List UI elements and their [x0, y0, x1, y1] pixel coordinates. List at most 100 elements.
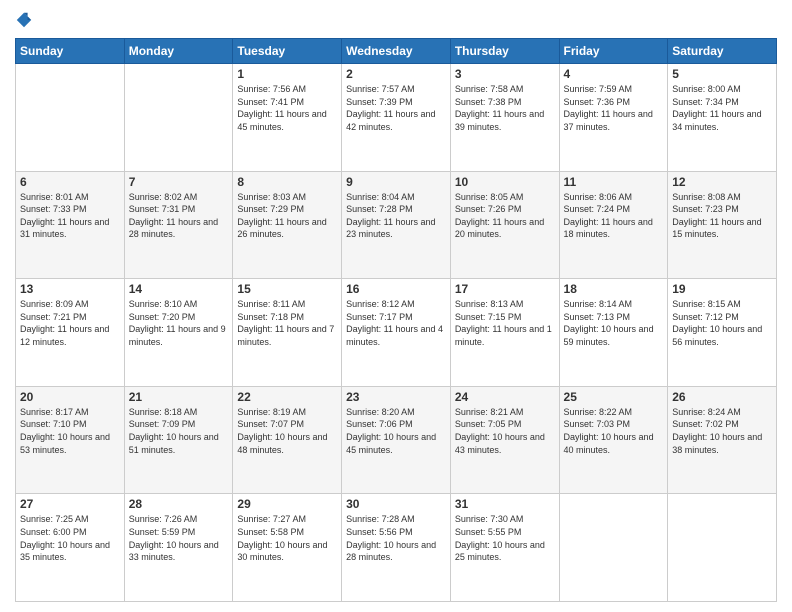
day-number: 19 [672, 282, 772, 296]
sunset-text: Sunset: 7:38 PM [455, 97, 522, 107]
sunrise-text: Sunrise: 8:04 AM [346, 192, 415, 202]
calendar-table: SundayMondayTuesdayWednesdayThursdayFrid… [15, 38, 777, 602]
sunrise-text: Sunrise: 7:27 AM [237, 514, 306, 524]
cell-info: Sunrise: 8:22 AM Sunset: 7:03 PM Dayligh… [564, 406, 664, 456]
sunset-text: Sunset: 7:05 PM [455, 419, 522, 429]
sunrise-text: Sunrise: 8:22 AM [564, 407, 633, 417]
calendar-cell [16, 64, 125, 172]
calendar-cell [668, 494, 777, 602]
sunset-text: Sunset: 7:02 PM [672, 419, 739, 429]
sunset-text: Sunset: 7:36 PM [564, 97, 631, 107]
cell-info: Sunrise: 7:27 AM Sunset: 5:58 PM Dayligh… [237, 513, 337, 563]
sunset-text: Sunset: 7:29 PM [237, 204, 304, 214]
header [15, 10, 777, 30]
daylight-text: Daylight: 10 hours and 30 minutes. [237, 540, 327, 563]
cell-info: Sunrise: 8:09 AM Sunset: 7:21 PM Dayligh… [20, 298, 120, 348]
sunset-text: Sunset: 7:31 PM [129, 204, 196, 214]
cell-info: Sunrise: 8:21 AM Sunset: 7:05 PM Dayligh… [455, 406, 555, 456]
sunrise-text: Sunrise: 8:00 AM [672, 84, 741, 94]
calendar-header-wednesday: Wednesday [342, 39, 451, 64]
calendar-cell: 20 Sunrise: 8:17 AM Sunset: 7:10 PM Dayl… [16, 386, 125, 494]
daylight-text: Daylight: 11 hours and 34 minutes. [672, 109, 761, 132]
sunrise-text: Sunrise: 8:06 AM [564, 192, 633, 202]
calendar-body: 1 Sunrise: 7:56 AM Sunset: 7:41 PM Dayli… [16, 64, 777, 602]
cell-info: Sunrise: 8:01 AM Sunset: 7:33 PM Dayligh… [20, 191, 120, 241]
sunset-text: Sunset: 7:34 PM [672, 97, 739, 107]
sunset-text: Sunset: 7:21 PM [20, 312, 87, 322]
daylight-text: Daylight: 11 hours and 12 minutes. [20, 324, 109, 347]
sunset-text: Sunset: 5:58 PM [237, 527, 304, 537]
daylight-text: Daylight: 10 hours and 51 minutes. [129, 432, 219, 455]
cell-info: Sunrise: 7:56 AM Sunset: 7:41 PM Dayligh… [237, 83, 337, 133]
cell-info: Sunrise: 8:20 AM Sunset: 7:06 PM Dayligh… [346, 406, 446, 456]
day-number: 14 [129, 282, 229, 296]
calendar-cell: 13 Sunrise: 8:09 AM Sunset: 7:21 PM Dayl… [16, 279, 125, 387]
sunrise-text: Sunrise: 7:56 AM [237, 84, 306, 94]
daylight-text: Daylight: 11 hours and 28 minutes. [129, 217, 218, 240]
sunrise-text: Sunrise: 8:14 AM [564, 299, 633, 309]
calendar-cell: 7 Sunrise: 8:02 AM Sunset: 7:31 PM Dayli… [124, 171, 233, 279]
calendar-cell: 23 Sunrise: 8:20 AM Sunset: 7:06 PM Dayl… [342, 386, 451, 494]
logo-icon [15, 11, 33, 29]
day-number: 24 [455, 390, 555, 404]
calendar-header-sunday: Sunday [16, 39, 125, 64]
calendar-cell: 2 Sunrise: 7:57 AM Sunset: 7:39 PM Dayli… [342, 64, 451, 172]
calendar-week-4: 20 Sunrise: 8:17 AM Sunset: 7:10 PM Dayl… [16, 386, 777, 494]
sunrise-text: Sunrise: 8:03 AM [237, 192, 306, 202]
daylight-text: Daylight: 10 hours and 56 minutes. [672, 324, 762, 347]
calendar-header-tuesday: Tuesday [233, 39, 342, 64]
daylight-text: Daylight: 11 hours and 39 minutes. [455, 109, 544, 132]
daylight-text: Daylight: 10 hours and 53 minutes. [20, 432, 110, 455]
cell-info: Sunrise: 8:18 AM Sunset: 7:09 PM Dayligh… [129, 406, 229, 456]
sunrise-text: Sunrise: 8:15 AM [672, 299, 741, 309]
sunrise-text: Sunrise: 7:30 AM [455, 514, 524, 524]
cell-info: Sunrise: 8:17 AM Sunset: 7:10 PM Dayligh… [20, 406, 120, 456]
daylight-text: Daylight: 10 hours and 33 minutes. [129, 540, 219, 563]
cell-info: Sunrise: 7:28 AM Sunset: 5:56 PM Dayligh… [346, 513, 446, 563]
calendar-cell: 10 Sunrise: 8:05 AM Sunset: 7:26 PM Dayl… [450, 171, 559, 279]
cell-info: Sunrise: 8:14 AM Sunset: 7:13 PM Dayligh… [564, 298, 664, 348]
sunrise-text: Sunrise: 8:05 AM [455, 192, 524, 202]
day-number: 2 [346, 67, 446, 81]
sunset-text: Sunset: 7:06 PM [346, 419, 413, 429]
calendar-cell: 11 Sunrise: 8:06 AM Sunset: 7:24 PM Dayl… [559, 171, 668, 279]
daylight-text: Daylight: 11 hours and 20 minutes. [455, 217, 544, 240]
day-number: 15 [237, 282, 337, 296]
day-number: 31 [455, 497, 555, 511]
sunset-text: Sunset: 7:41 PM [237, 97, 304, 107]
sunset-text: Sunset: 7:09 PM [129, 419, 196, 429]
sunset-text: Sunset: 7:23 PM [672, 204, 739, 214]
calendar-cell: 17 Sunrise: 8:13 AM Sunset: 7:15 PM Dayl… [450, 279, 559, 387]
daylight-text: Daylight: 11 hours and 23 minutes. [346, 217, 435, 240]
calendar-cell: 1 Sunrise: 7:56 AM Sunset: 7:41 PM Dayli… [233, 64, 342, 172]
daylight-text: Daylight: 11 hours and 15 minutes. [672, 217, 761, 240]
daylight-text: Daylight: 11 hours and 37 minutes. [564, 109, 653, 132]
daylight-text: Daylight: 10 hours and 59 minutes. [564, 324, 654, 347]
sunrise-text: Sunrise: 8:08 AM [672, 192, 741, 202]
day-number: 11 [564, 175, 664, 189]
calendar-cell [559, 494, 668, 602]
day-number: 29 [237, 497, 337, 511]
cell-info: Sunrise: 8:24 AM Sunset: 7:02 PM Dayligh… [672, 406, 772, 456]
sunrise-text: Sunrise: 8:18 AM [129, 407, 198, 417]
sunset-text: Sunset: 7:15 PM [455, 312, 522, 322]
cell-info: Sunrise: 8:06 AM Sunset: 7:24 PM Dayligh… [564, 191, 664, 241]
sunset-text: Sunset: 6:00 PM [20, 527, 87, 537]
daylight-text: Daylight: 10 hours and 28 minutes. [346, 540, 436, 563]
sunrise-text: Sunrise: 8:11 AM [237, 299, 305, 309]
calendar-cell: 15 Sunrise: 8:11 AM Sunset: 7:18 PM Dayl… [233, 279, 342, 387]
sunrise-text: Sunrise: 7:57 AM [346, 84, 415, 94]
daylight-text: Daylight: 11 hours and 1 minute. [455, 324, 552, 347]
sunrise-text: Sunrise: 8:19 AM [237, 407, 306, 417]
daylight-text: Daylight: 10 hours and 43 minutes. [455, 432, 545, 455]
sunrise-text: Sunrise: 7:26 AM [129, 514, 198, 524]
cell-info: Sunrise: 8:02 AM Sunset: 7:31 PM Dayligh… [129, 191, 229, 241]
cell-info: Sunrise: 7:25 AM Sunset: 6:00 PM Dayligh… [20, 513, 120, 563]
sunset-text: Sunset: 7:13 PM [564, 312, 631, 322]
cell-info: Sunrise: 7:57 AM Sunset: 7:39 PM Dayligh… [346, 83, 446, 133]
sunset-text: Sunset: 7:12 PM [672, 312, 739, 322]
sunrise-text: Sunrise: 8:24 AM [672, 407, 741, 417]
cell-info: Sunrise: 8:08 AM Sunset: 7:23 PM Dayligh… [672, 191, 772, 241]
calendar-cell: 8 Sunrise: 8:03 AM Sunset: 7:29 PM Dayli… [233, 171, 342, 279]
daylight-text: Daylight: 11 hours and 18 minutes. [564, 217, 653, 240]
